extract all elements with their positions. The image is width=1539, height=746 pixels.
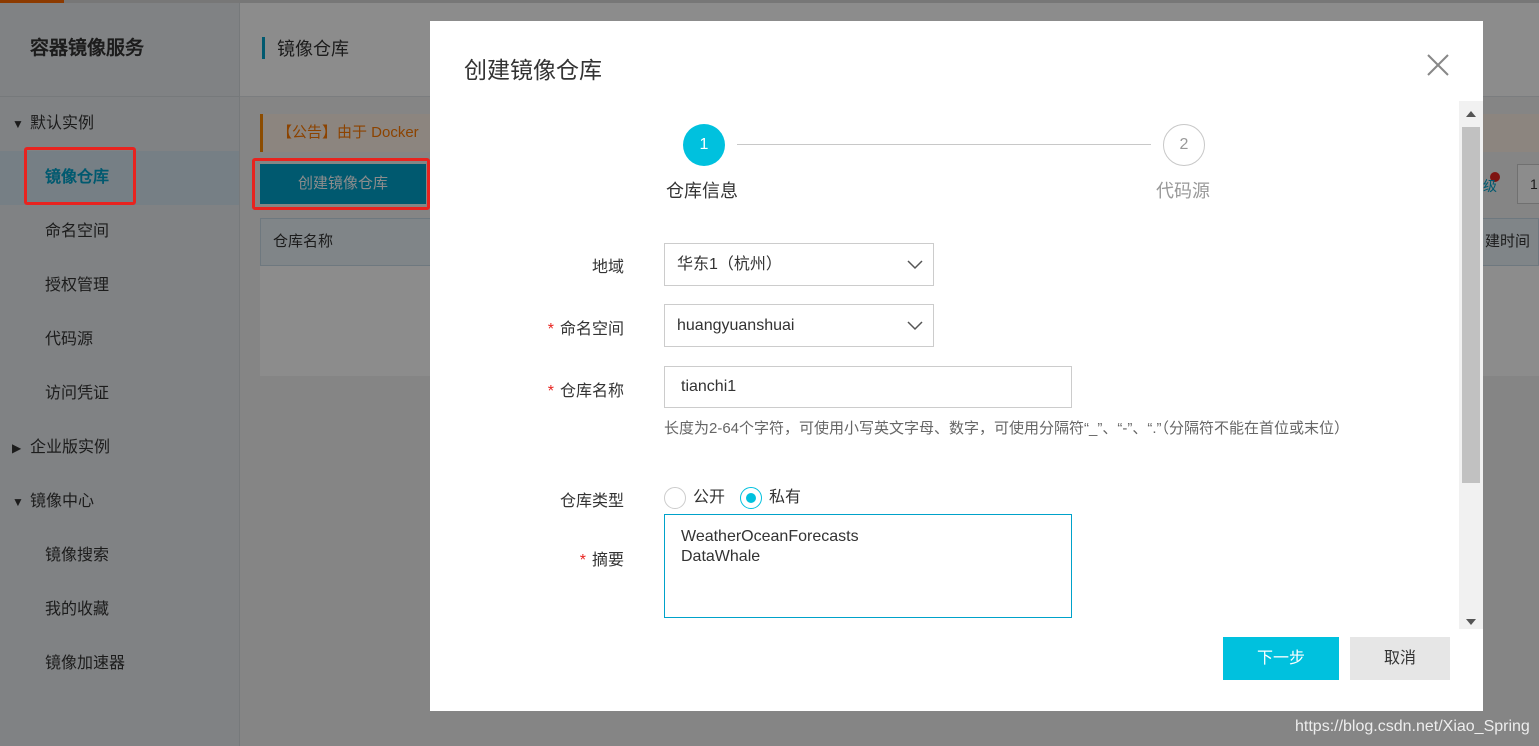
scroll-up-icon[interactable] <box>1466 111 1476 117</box>
chevron-down-icon <box>907 260 923 270</box>
watermark: https://blog.csdn.net/Xiao_Spring <box>1295 718 1530 735</box>
next-step-button[interactable]: 下一步 <box>1223 637 1339 680</box>
radio-public[interactable]: 公开 <box>664 487 725 509</box>
summary-textarea[interactable]: WeatherOceanForecasts DataWhale <box>664 514 1072 618</box>
dialog-scrollbar[interactable] <box>1459 101 1483 629</box>
namespace-label: * 命名空间 <box>547 321 624 338</box>
required-asterisk: * <box>547 383 554 400</box>
cancel-button[interactable]: 取消 <box>1350 637 1450 680</box>
repo-name-label: * 仓库名称 <box>547 383 624 400</box>
scroll-thumb[interactable] <box>1462 127 1480 483</box>
namespace-select[interactable]: huangyuanshuai <box>664 304 934 347</box>
summary-label: * 摘要 <box>579 552 624 569</box>
step-2-indicator: 2 <box>1163 124 1205 166</box>
radio-circle <box>664 487 686 509</box>
namespace-value: huangyuanshuai <box>677 317 795 334</box>
scroll-down-icon[interactable] <box>1466 619 1476 625</box>
radio-private-label: 私有 <box>769 489 802 507</box>
radio-circle-checked <box>740 487 762 509</box>
dialog-body: 1 2 仓库信息 代码源 地域 华东1（杭州） * 命名空间 huangyuans… <box>430 101 1459 629</box>
repo-name-input[interactable]: tianchi1 <box>664 366 1072 408</box>
repo-type-label: 仓库类型 <box>559 493 624 510</box>
step-1-label: 仓库信息 <box>666 181 738 201</box>
radio-private[interactable]: 私有 <box>740 487 801 509</box>
repo-name-hint: 长度为2-64个字符，可使用小写英文字母、数字，可使用分隔符“_”、“-”、“.… <box>664 420 1350 437</box>
dialog-title: 创建镜像仓库 <box>464 57 602 83</box>
step-2-label: 代码源 <box>1156 181 1210 201</box>
region-label: 地域 <box>591 259 624 276</box>
region-select[interactable]: 华东1（杭州） <box>664 243 934 286</box>
step-1-indicator: 1 <box>683 124 725 166</box>
required-asterisk: * <box>547 321 554 338</box>
required-asterisk: * <box>579 552 586 569</box>
close-icon[interactable] <box>1424 51 1452 79</box>
region-value: 华东1（杭州） <box>677 256 782 273</box>
step-connector <box>737 144 1151 145</box>
radio-public-label: 公开 <box>693 489 726 507</box>
create-repo-dialog: 创建镜像仓库 1 2 仓库信息 代码源 地域 华东1（杭州） * 命名空间 hua… <box>430 21 1483 711</box>
chevron-down-icon <box>907 321 923 331</box>
